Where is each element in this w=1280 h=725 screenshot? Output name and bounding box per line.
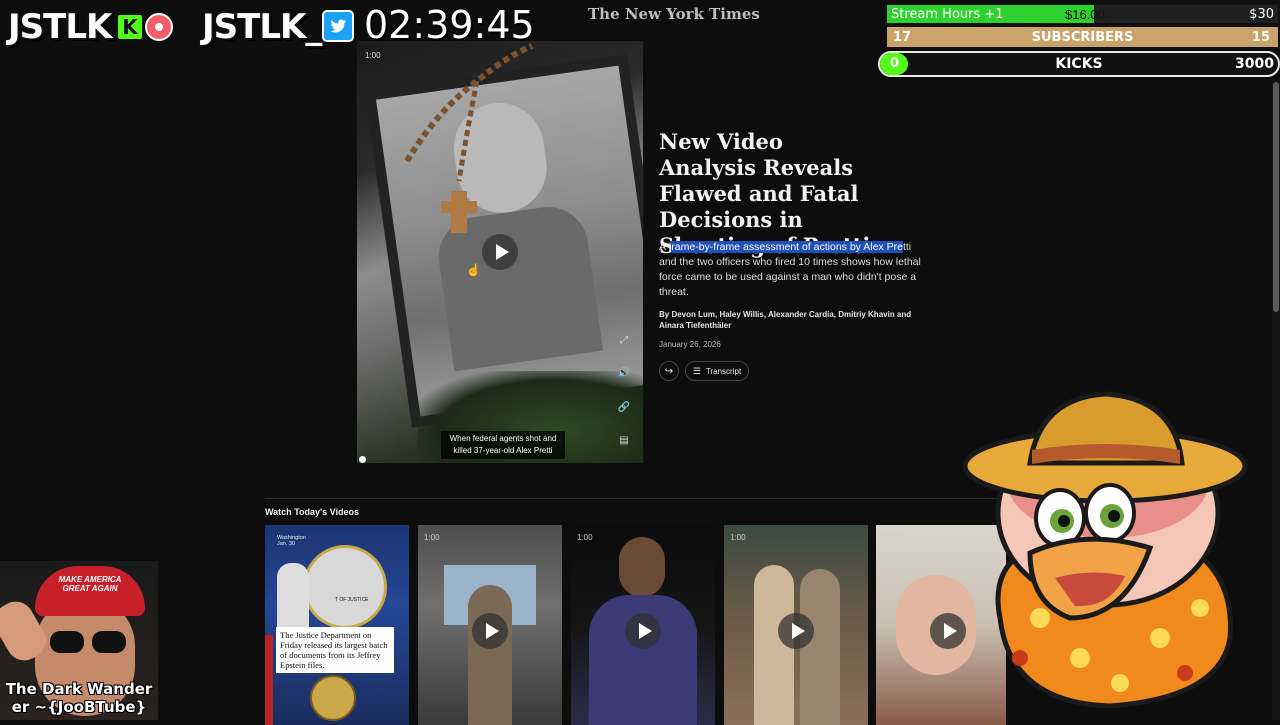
thumb-dateline: Washington Jan. 30	[277, 535, 306, 547]
article-summary: A frame-by-frame assessment of actions b…	[659, 240, 921, 300]
expand-icon[interactable]: ⤢	[617, 334, 631, 348]
thumb-duration: 1:00	[424, 533, 440, 542]
goal-subscribers-label: SUBSCRIBERS	[1031, 30, 1134, 45]
person-figure-b	[800, 569, 840, 725]
kick-icon: K	[116, 13, 144, 41]
nyt-logo[interactable]: The New York Times	[588, 5, 760, 23]
mascot-bird-image	[962, 391, 1248, 708]
rosary-image	[404, 43, 534, 233]
play-icon	[495, 244, 509, 260]
goal-subscribers-target: 15	[1251, 30, 1270, 45]
brand-twitter-logo: JSTLK_	[202, 7, 322, 47]
goal-kicks-label: KICKS	[1055, 56, 1103, 72]
brand-twitter-text: JSTLK_	[202, 7, 322, 47]
volume-icon[interactable]: 🔊	[617, 367, 631, 381]
thumb-emblem-text: T OF JUSTICE	[335, 597, 369, 603]
goal-stream-hours-current: $16.00	[1065, 7, 1105, 22]
thumb-duration: 1:00	[730, 533, 746, 542]
transcript-label: Transcript	[705, 366, 742, 376]
link-icon[interactable]: 🔗	[617, 401, 631, 415]
twitter-icon	[322, 10, 354, 42]
goal-stream-hours-label: Stream Hours +1	[891, 7, 1004, 22]
speaker-figure	[277, 563, 309, 633]
record-icon	[145, 13, 173, 41]
list-icon: ☰	[692, 365, 701, 376]
video-timestamp: 1:00	[365, 51, 381, 60]
transcript-button[interactable]: ☰ Transcript	[685, 361, 749, 381]
video-progress-handle[interactable]	[359, 456, 366, 463]
thumb-caption: The Justice Department on Friday release…	[276, 627, 394, 673]
webcam-name-label: The Dark Wander er ~{JooBTube}	[5, 680, 153, 716]
red-hat: MAKE AMERICA GREAT AGAIN	[35, 566, 145, 616]
featured-video-player[interactable]: 1:00 ⤢ 🔊 🔗 ▤ When federal agents shot an…	[357, 41, 643, 463]
video-play-button[interactable]	[482, 234, 518, 270]
doj-seal	[303, 545, 387, 629]
article-date: January 26, 2026	[659, 340, 721, 349]
person-head	[619, 537, 665, 597]
thumb-play-button[interactable]	[778, 613, 814, 649]
thumb-play-button[interactable]	[472, 613, 508, 649]
captions-icon[interactable]: ▤	[617, 434, 631, 448]
video-thumbnail-3[interactable]: 1:00	[571, 525, 715, 725]
article-byline: By Devon Lum, Haley Willis, Alexander Ca…	[659, 310, 912, 330]
scrollbar-thumb[interactable]	[1273, 82, 1279, 312]
brand-kick-logo: JSTLK	[8, 7, 112, 47]
summary-text-start: A f	[659, 241, 672, 253]
thumb-duration: 1:00	[577, 533, 593, 542]
share-button[interactable]: ↪	[659, 361, 679, 381]
goal-kicks-target: 3000	[1235, 56, 1274, 72]
person-figure	[468, 585, 512, 725]
flag	[265, 635, 273, 725]
video-caption: When federal agents shot and killed 37-y…	[441, 431, 565, 459]
podium-seal	[310, 675, 356, 721]
summary-selected-text: rame-by-frame assessment of actions by A…	[671, 241, 903, 253]
mouse-cursor-icon: ☝	[466, 263, 481, 277]
goal-stream-hours-target: $30	[1249, 7, 1274, 22]
sunglasses-left	[50, 631, 84, 653]
page-scrollbar[interactable]	[1272, 80, 1280, 720]
brand-kick-text: JSTLK	[8, 7, 112, 47]
video-thumbnail-1[interactable]: Washington Jan. 30 T OF JUSTICE The Just…	[265, 525, 409, 725]
hat-text-line1: MAKE AMERICA	[58, 575, 122, 584]
goal-subscribers: 17 SUBSCRIBERS 15	[885, 25, 1280, 49]
section-divider	[265, 498, 1005, 499]
video-thumbnail-2[interactable]: 1:00	[418, 525, 562, 725]
video-thumbnail-4[interactable]: 1:00	[724, 525, 868, 725]
goal-kicks: 0 KICKS 3000	[878, 51, 1280, 77]
videos-section-title: Watch Today's Videos	[265, 507, 359, 517]
thumb-play-button[interactable]	[625, 613, 661, 649]
stream-clock: 02:39:45	[364, 3, 535, 47]
goal-stream-hours: Stream Hours +1 $16.00 $30	[885, 3, 1280, 25]
share-icon: ↪	[664, 365, 674, 377]
sunglasses-right	[92, 631, 126, 653]
hat-text-line2: GREAT AGAIN	[62, 584, 118, 593]
thumb-duration: 1:00	[882, 533, 898, 542]
